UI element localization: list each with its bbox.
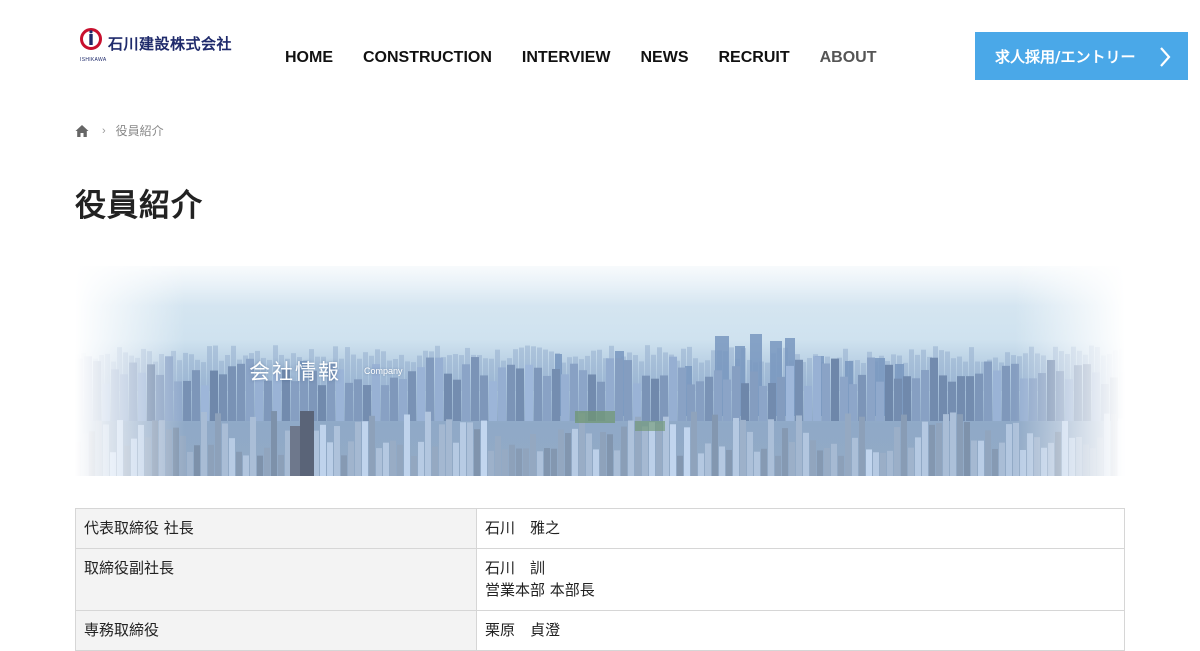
main-nav: HOME CONSTRUCTION INTERVIEW NEWS RECRUIT… <box>270 48 892 68</box>
nav-construction[interactable]: CONSTRUCTION <box>348 48 507 68</box>
officer-role: 取締役副社長 <box>75 548 477 611</box>
officer-name-line: 石川 訓 <box>485 559 546 577</box>
nav-news[interactable]: NEWS <box>626 48 704 68</box>
chevron-right-icon <box>1160 47 1171 67</box>
breadcrumb: › 役員紹介 <box>75 122 164 139</box>
hero-title: 会社情報 <box>249 360 341 384</box>
hero-subtitle: Company <box>364 366 403 376</box>
home-icon[interactable] <box>75 124 89 138</box>
nav-recruit[interactable]: RECRUIT <box>704 48 805 68</box>
table-row: 専務取締役 栗原 貞澄 <box>75 610 1125 651</box>
table-row: 代表取締役 社長 石川 雅之 <box>75 508 1125 549</box>
officer-name: 石川 雅之 <box>476 508 1125 549</box>
nav-about[interactable]: ABOUT <box>805 48 892 68</box>
entry-button[interactable]: 求人採用/エントリー <box>975 32 1188 80</box>
breadcrumb-separator: › <box>102 124 106 137</box>
table-row: 取締役副社長 石川 訓 営業本部 本部長 <box>75 548 1125 611</box>
breadcrumb-current: 役員紹介 <box>115 124 164 138</box>
officer-title-line: 営業本部 本部長 <box>485 581 595 599</box>
hero-fade-top <box>75 266 1125 306</box>
officer-role: 専務取締役 <box>75 610 477 651</box>
page-title: 役員紹介 <box>75 188 203 224</box>
logo-mark-icon <box>80 28 102 50</box>
logo-sub: ISHIKAWA <box>80 57 107 63</box>
hero-fade-right <box>1015 266 1125 476</box>
officer-name-line: 栗原 貞澄 <box>485 621 561 639</box>
nav-home[interactable]: HOME <box>270 48 348 68</box>
nav-interview[interactable]: INTERVIEW <box>507 48 626 68</box>
hero-fade-left <box>75 266 185 476</box>
logo-text: 石川建設株式会社 <box>108 34 233 53</box>
company-logo[interactable]: 石川建設株式会社 ISHIKAWA <box>80 28 233 63</box>
officer-name: 栗原 貞澄 <box>476 610 1125 651</box>
hero-banner: 会社情報 Company <box>75 266 1125 476</box>
officer-name-line: 石川 雅之 <box>485 519 561 537</box>
officer-role: 代表取締役 社長 <box>75 508 477 549</box>
entry-button-label: 求人採用/エントリー <box>995 47 1136 66</box>
officer-name: 石川 訓 営業本部 本部長 <box>476 548 1125 611</box>
